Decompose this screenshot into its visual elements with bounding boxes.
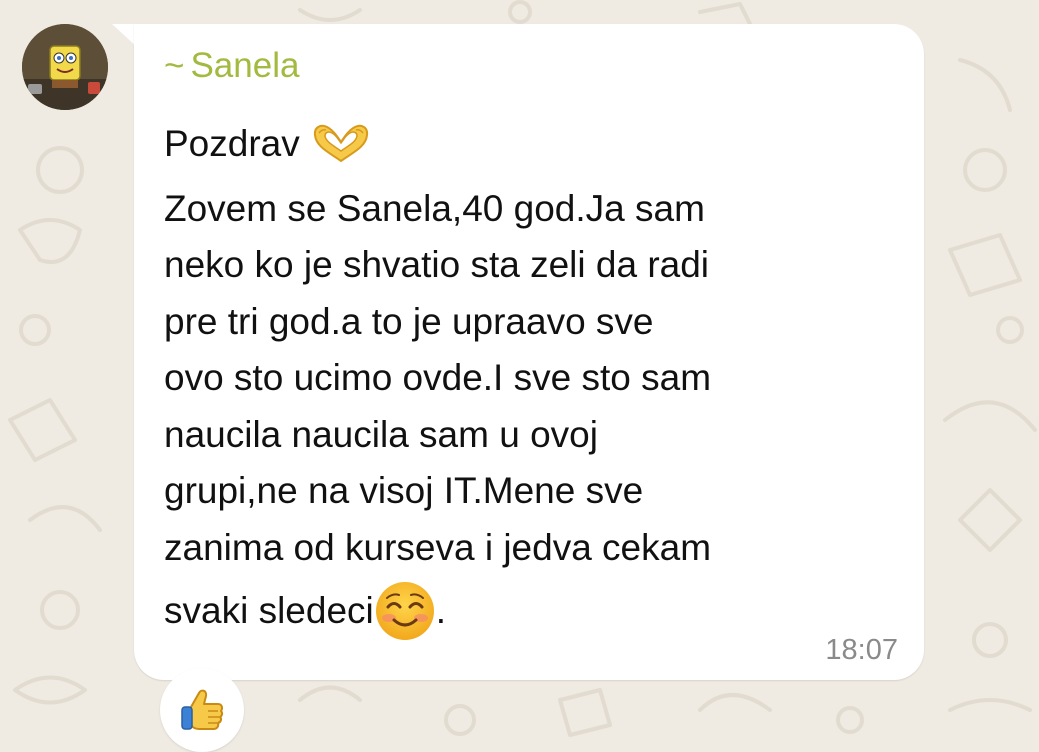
sender-avatar[interactable] [22, 24, 108, 110]
smiling-face-emoji-icon [375, 582, 434, 640]
message-line: pre tri god.a to je upraavo sve [164, 300, 654, 342]
message-line: Zovem se Sanela,40 god.Ja sam [164, 187, 705, 229]
heart-hands-emoji-icon [313, 125, 369, 163]
message-line: ovo sto ucimo ovde.I sve sto sam [164, 357, 712, 398]
message-line: zanima od kurseva i jedva cekam [164, 526, 712, 568]
sender-prefix: ~ [164, 46, 185, 85]
greeting-text: Pozdrav [164, 123, 300, 164]
message-last-line-text: svaki sledeci [164, 589, 374, 631]
message-line: neko ko je shvatio sta zeli da radi [164, 244, 710, 285]
message-text: Pozdrav Zovem se Sanela,40 god.Ja sam ne… [164, 116, 904, 644]
thumbs-up-emoji-icon [181, 689, 224, 730]
message-bubble[interactable]: ~ Sanela Pozdrav Zovem se Sanela,40 god.J… [134, 24, 924, 680]
greeting-line: Pozdrav [164, 116, 904, 173]
spongebob-avatar-icon [22, 24, 108, 110]
message-last-line-end: . [435, 589, 447, 631]
sender-name-text: Sanela [190, 46, 300, 85]
message-line: naucila naucila sam u ovoj [164, 413, 598, 455]
message-timestamp: 18:07 [825, 634, 898, 666]
message-line: grupi,ne na visoj IT.Mene sve [164, 470, 644, 511]
sender-name[interactable]: ~ Sanela [164, 46, 299, 86]
reaction-badge[interactable] [160, 668, 244, 752]
message-last-line: svaki sledeci . [164, 582, 904, 644]
